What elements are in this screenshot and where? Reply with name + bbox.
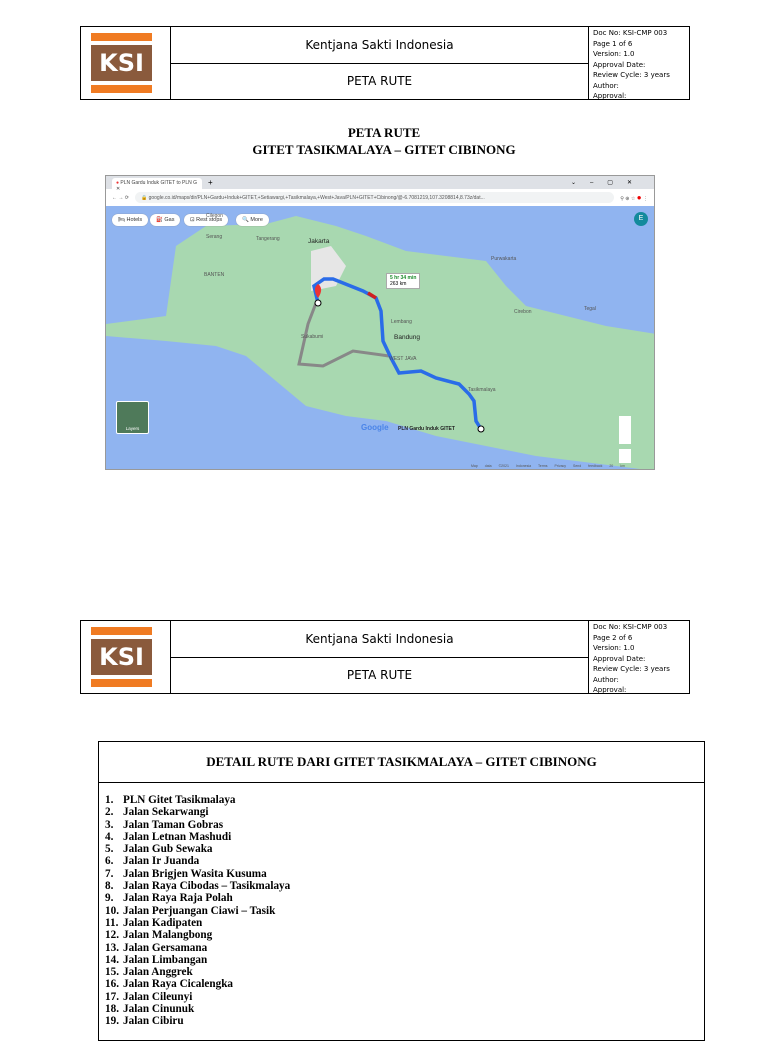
doc-title: PETA RUTE: [346, 74, 413, 89]
chip-more[interactable]: 🔍 More: [236, 214, 269, 226]
route-item: 16. Jalan Raya Cicalengka: [105, 978, 234, 991]
map-view[interactable]: 🛏 Hotels ⛽ Gas ⊡ Rest stops 🔍 More E 5 h…: [106, 206, 654, 469]
route-item: 3. Jalan Taman Gobras: [105, 818, 224, 831]
map-footer: Map data ©2021 Indonesia Terms Privacy S…: [471, 464, 625, 468]
avatar[interactable]: E: [634, 212, 648, 226]
route-detail-title: DETAIL RUTE DARI GITET TASIKMALAYA – GIT…: [99, 742, 704, 783]
route-detail-table: DETAIL RUTE DARI GITET TASIKMALAYA – GIT…: [98, 741, 705, 1041]
browser-actions[interactable]: ⚲ ⊕ ☆ ● ⋮: [620, 193, 648, 202]
chip-gas[interactable]: ⛽ Gas: [150, 214, 181, 226]
route-item: 14. Jalan Limbangan: [105, 953, 208, 966]
start-marker: [314, 299, 322, 307]
end-marker: [477, 425, 485, 433]
route-item: 13. Jalan Gersamana: [105, 941, 208, 954]
doc-title: PETA RUTE: [346, 668, 413, 683]
route-item: 1. PLN Gitet Tasikmalaya: [105, 794, 236, 806]
page-subtitle: GITET TASIKMALAYA – GITET CIBINONG: [252, 142, 516, 157]
route-item: 5. Jalan Gub Sewaka: [105, 843, 213, 856]
google-logo: Google: [361, 423, 389, 432]
route-item: 8. Jalan Raya Cibodas – Tasikmalaya: [105, 880, 291, 893]
route-item: 11. Jalan Kadipaten: [105, 916, 203, 929]
route-item: 7. Jalan Brigjen Wasita Kusuma: [105, 867, 267, 880]
doc-meta: Doc No: KSI-CMP 003 Page 2 of 6 Version: 1…: [593, 623, 670, 694]
route-item: 4. Jalan Letnan Mashudi: [105, 830, 232, 843]
route-item: 19. Jalan Cibiru: [105, 1015, 184, 1028]
page-title: PETA RUTE: [347, 125, 421, 140]
route-item: 17. Jalan Cileunyi: [105, 990, 193, 1003]
route-item: 6. Jalan Ir Juanda: [105, 855, 200, 868]
browser-tab[interactable]: ● PLN Gardu Induk GITET to PLN G ✕: [112, 178, 202, 192]
company-name: Kentjana Sakti Indonesia: [171, 621, 588, 658]
route-item: 12. Jalan Malangbong: [105, 929, 213, 942]
address-bar[interactable]: 🔒 google.co.id/maps/dir/PLN+Gardu+Induk+…: [134, 192, 615, 203]
route-item: 2. Jalan Sekarwangi: [105, 806, 209, 819]
route-item: 9. Jalan Raya Raja Polah: [105, 892, 233, 905]
route-item: 15. Jalan Anggrek: [105, 966, 193, 979]
route-item: 10. Jalan Perjuangan Ciawi – Tasik: [105, 904, 276, 917]
company-name: Kentjana Sakti Indonesia: [171, 27, 588, 64]
doc-meta: Doc No: KSI-CMP 003 Page 1 of 6 Version: 1…: [593, 29, 670, 100]
page-header-2: KSI Kentjana Sakti Indonesia PETA RUTE Do…: [80, 620, 690, 694]
nav-icons[interactable]: ← → ⟳: [112, 195, 129, 201]
map-screenshot: ● PLN Gardu Induk GITET to PLN G ✕ + ⌄–▢✕ …: [105, 175, 655, 470]
route-list: 1. PLN Gitet Tasikmalaya 2. Jalan Sekarwang…: [99, 783, 704, 1028]
route-info-box[interactable]: 5 hr 34 min 263 km: [386, 273, 421, 289]
page-header-1: KSI Kentjana Sakti Indonesia PETA RUTE Do…: [80, 26, 690, 100]
ksi-logo: KSI: [81, 27, 171, 99]
ksi-logo: KSI: [81, 621, 171, 693]
route-item: 18. Jalan Cinunuk: [105, 1003, 195, 1016]
layers-button[interactable]: Layers: [116, 401, 149, 434]
chip-hotels[interactable]: 🛏 Hotels: [112, 214, 149, 226]
